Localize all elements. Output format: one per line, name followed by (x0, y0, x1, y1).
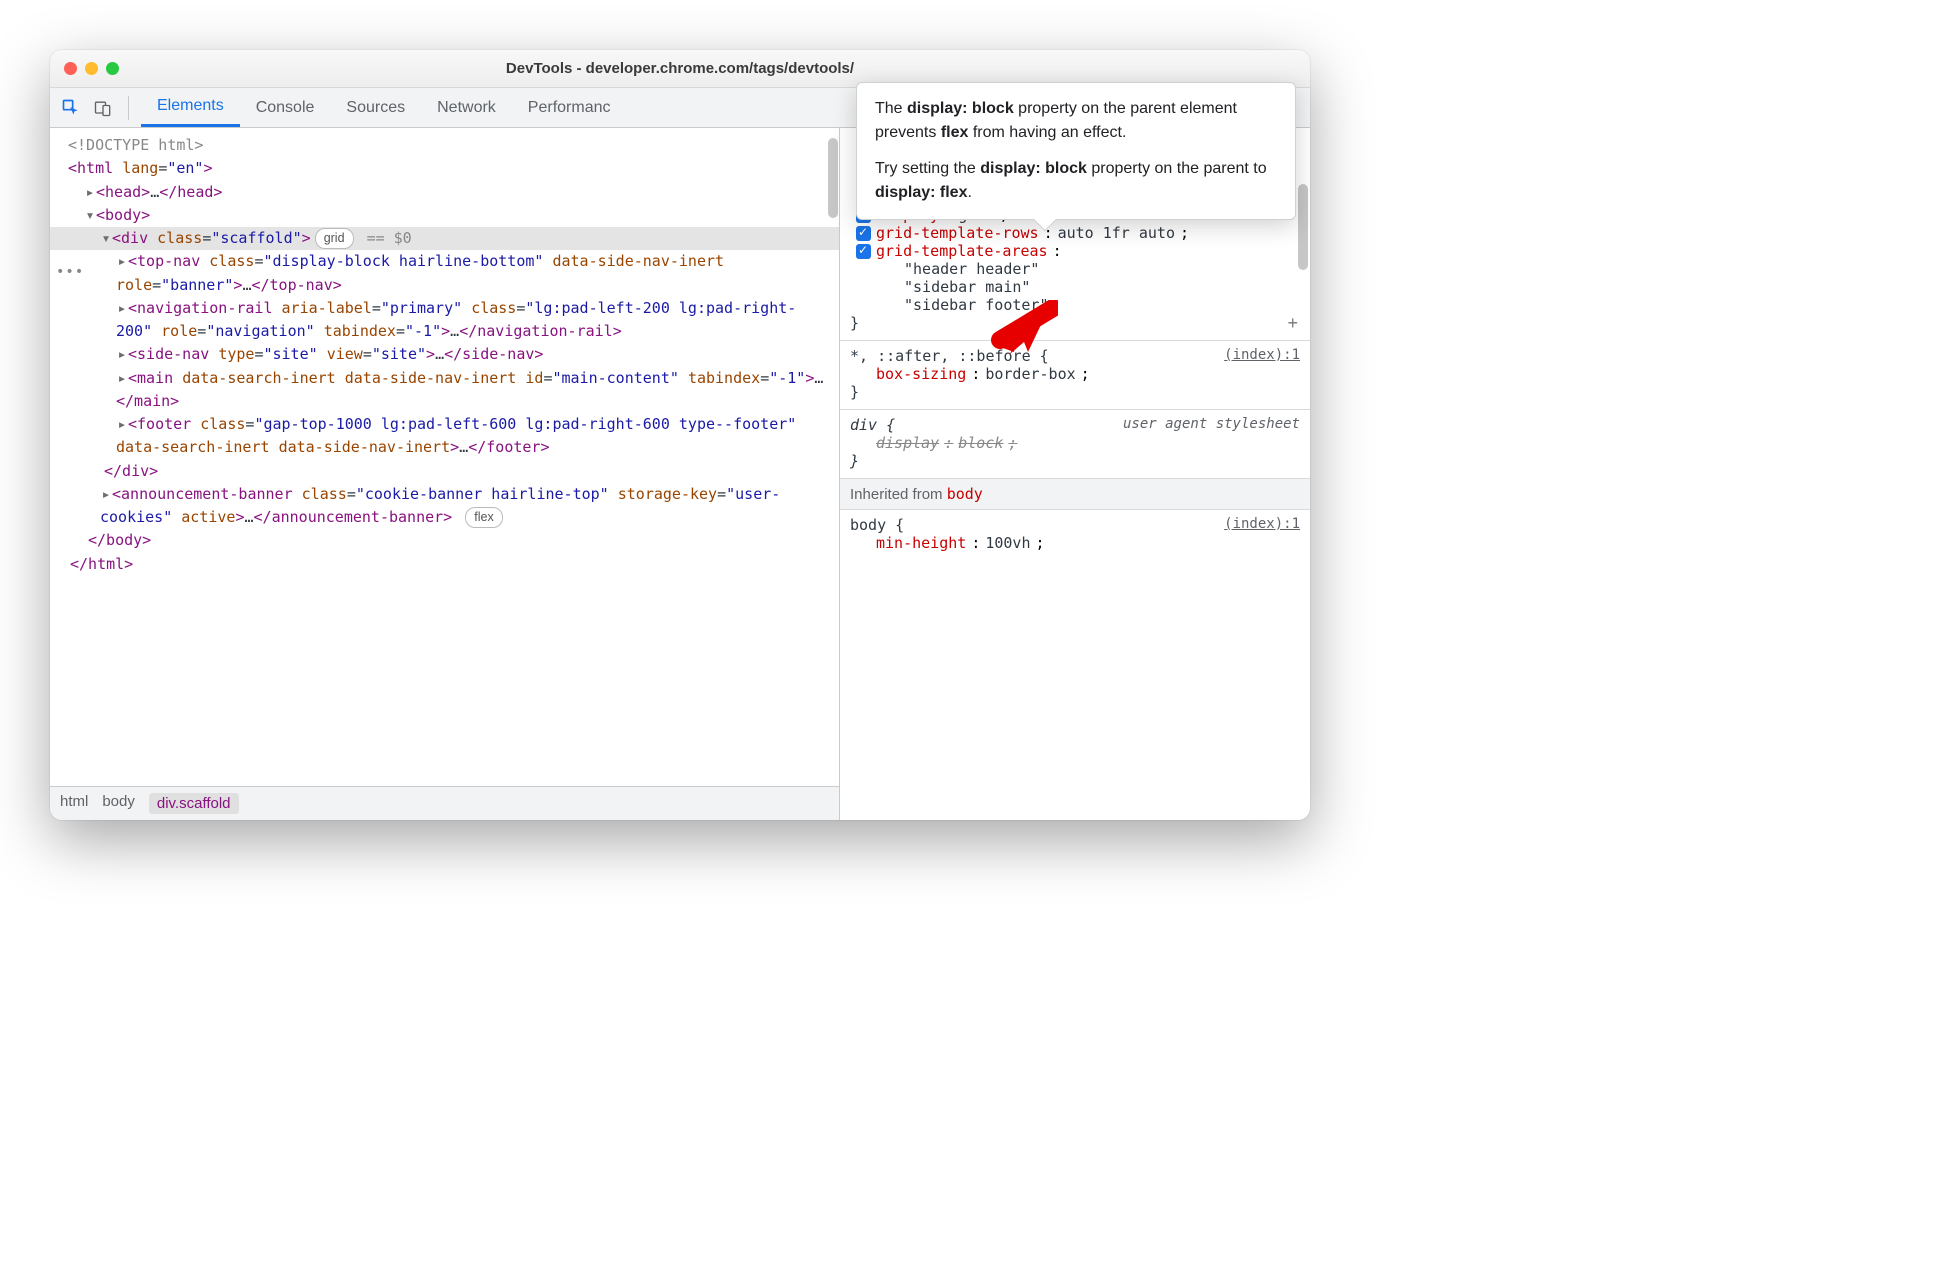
rule-origin-link[interactable]: (index):1 (1224, 516, 1300, 532)
css-rule-ua-div: user agent stylesheet div { display: blo… (840, 410, 1310, 479)
close-window-button[interactable] (64, 62, 77, 75)
layout-badge[interactable]: grid (315, 228, 354, 249)
inspect-icon[interactable] (58, 95, 84, 121)
css-value[interactable]: "header header" (850, 260, 1300, 278)
css-value[interactable]: "sidebar footer"; (850, 296, 1300, 314)
breadcrumb-body[interactable]: body (102, 793, 135, 814)
css-property[interactable]: min-height (876, 534, 966, 552)
device-toggle-icon[interactable] (90, 95, 116, 121)
css-value[interactable]: auto 1fr auto (1058, 224, 1175, 242)
maximize-window-button[interactable] (106, 62, 119, 75)
main-split: ••• <!DOCTYPE html> <html lang="en"> ▸<h… (50, 128, 1310, 820)
css-property[interactable]: box-sizing (876, 365, 966, 383)
css-property: display (876, 434, 939, 452)
inherited-from-link[interactable]: body (947, 485, 983, 503)
css-value[interactable]: 100vh (985, 534, 1030, 552)
annotation-arrow-icon (988, 300, 1058, 365)
styles-panel: flex: ▸ auto; i display: grid; grid-temp… (840, 128, 1310, 820)
tab-console[interactable]: Console (240, 88, 331, 127)
tab-sources[interactable]: Sources (330, 88, 421, 127)
scrollbar[interactable] (828, 138, 838, 218)
layout-badge[interactable]: flex (465, 507, 502, 528)
toggle-checkbox[interactable] (856, 244, 871, 259)
hint-tooltip: The display: block property on the paren… (856, 82, 1296, 220)
devtools-window: DevTools - developer.chrome.com/tags/dev… (50, 50, 1310, 820)
rule-origin: user agent stylesheet (1123, 416, 1300, 432)
expand-triangle-icon[interactable]: ▸ (84, 181, 96, 204)
rule-origin-link[interactable]: (index):1 (1224, 347, 1300, 363)
css-value[interactable]: border-box (985, 365, 1075, 383)
toggle-checkbox[interactable] (856, 226, 871, 241)
toolbar-divider (128, 96, 129, 120)
add-declaration-icon[interactable]: + (1287, 313, 1298, 334)
window-title: DevTools - developer.chrome.com/tags/dev… (50, 60, 1310, 77)
window-controls (64, 62, 119, 75)
css-value: block (958, 434, 1003, 452)
collapse-triangle-icon[interactable]: ▾ (84, 204, 96, 227)
css-value[interactable]: "sidebar main" (850, 278, 1300, 296)
tab-performance[interactable]: Performanc (512, 88, 627, 127)
tab-network[interactable]: Network (421, 88, 512, 127)
css-rule-body[interactable]: (index):1 body { min-height: 100vh; (840, 510, 1310, 560)
gutter-ellipsis-icon[interactable]: ••• (56, 262, 84, 284)
elements-panel: ••• <!DOCTYPE html> <html lang="en"> ▸<h… (50, 128, 840, 820)
panel-tabs: Elements Console Sources Network Perform… (141, 88, 627, 127)
css-rule-universal[interactable]: (index):1 *, ::after, ::before { box-siz… (840, 341, 1310, 410)
css-property[interactable]: grid-template-rows (876, 224, 1039, 242)
doctype: <!DOCTYPE html> (68, 136, 203, 154)
inherited-header: Inherited from body (840, 479, 1310, 510)
minimize-window-button[interactable] (85, 62, 98, 75)
tab-elements[interactable]: Elements (141, 88, 240, 127)
dom-tree[interactable]: ••• <!DOCTYPE html> <html lang="en"> ▸<h… (50, 128, 839, 786)
breadcrumb-html[interactable]: html (60, 793, 88, 814)
breadcrumbs: html body div.scaffold (50, 786, 839, 820)
breadcrumb-scaffold[interactable]: div.scaffold (149, 793, 239, 814)
css-property[interactable]: grid-template-areas (876, 242, 1048, 260)
dom-node-selected[interactable]: ▾<div class="scaffold">grid == $0 (50, 227, 839, 250)
